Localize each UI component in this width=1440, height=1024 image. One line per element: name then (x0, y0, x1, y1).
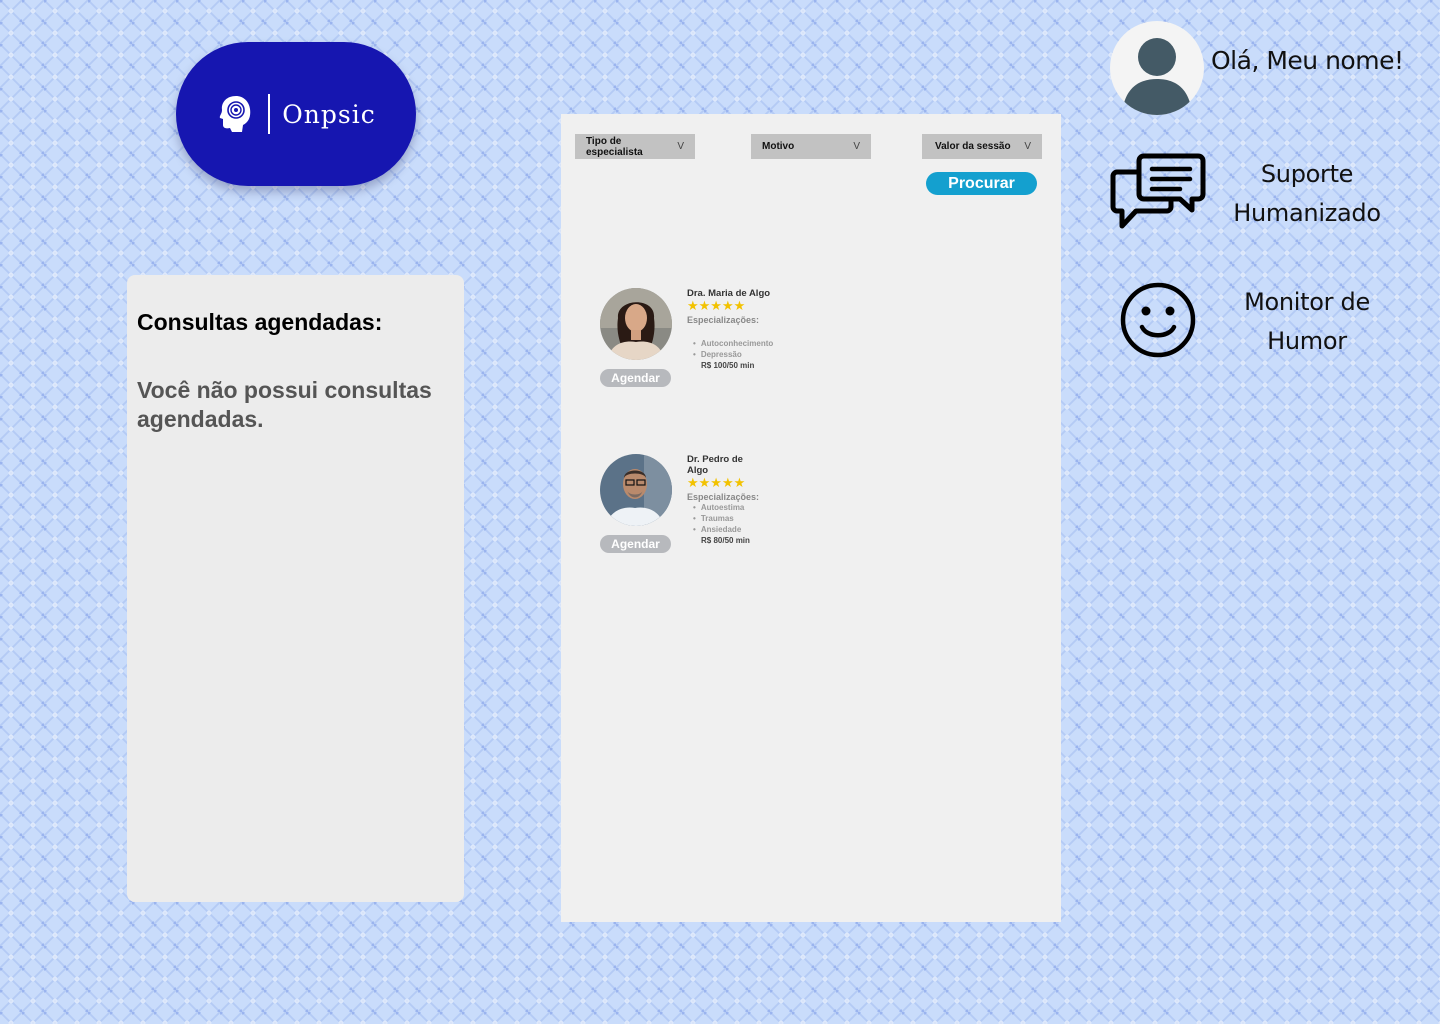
specialist-photo[interactable] (600, 454, 672, 526)
appointments-title: Consultas agendadas: (137, 309, 383, 335)
mood-label-line2: Humor (1267, 327, 1347, 355)
specializations-list: Autoestima Traumas Ansiedade (687, 502, 759, 535)
user-silhouette-icon (1122, 38, 1192, 115)
filter-session-price[interactable]: Valor da sessão V (922, 134, 1042, 159)
specialist-info: Dr. Pedro de Algo ★★★★★ Especializações:… (687, 454, 759, 546)
specialization-item: Autoestima (693, 502, 759, 513)
specialization-item: Traumas (693, 513, 759, 524)
appointments-empty-message: Você não possui consultas agendadas. (137, 377, 432, 432)
mood-label-line1: Monitor de (1244, 288, 1370, 316)
session-price: R$ 80/50 min (701, 536, 750, 545)
filter-reason[interactable]: Motivo V (751, 134, 871, 159)
specialist-search-panel: Tipo de especialista V Motivo V Valor da… (561, 114, 1061, 922)
support-label-line1: Suporte (1260, 160, 1354, 188)
rating-stars: ★★★★★ (687, 298, 746, 313)
filter-label: Motivo (762, 141, 795, 152)
schedule-button[interactable]: Agendar (600, 369, 671, 387)
man-portrait-icon (600, 454, 672, 526)
specialization-item: Autoconhecimento (693, 338, 773, 349)
specialist-info: Dra. Maria de Algo ★★★★★ Especializações… (687, 288, 773, 371)
specializations-list: Autoconhecimento Depressão (687, 338, 773, 360)
support-label[interactable]: Suporte Humanizado (1217, 155, 1397, 233)
logo-text: Onpsic (282, 99, 376, 129)
filter-label: Valor da sessão (935, 141, 1011, 152)
specialization-item: Depressão (693, 349, 773, 360)
logo-divider (268, 94, 271, 134)
support-label-line2: Humanizado (1233, 199, 1381, 227)
chevron-down-icon: V (853, 141, 860, 152)
rating-stars: ★★★★★ (687, 475, 746, 490)
specialization-item: Ansiedade (693, 524, 759, 535)
head-spiral-icon (220, 96, 251, 132)
filter-label: Tipo de especialista (586, 135, 643, 158)
search-button[interactable]: Procurar (926, 172, 1037, 195)
filter-specialist-type[interactable]: Tipo de especialista V (575, 134, 695, 159)
specializations-label: Especializações: (687, 315, 760, 325)
chat-bubbles-icon[interactable] (1110, 152, 1206, 230)
specializations-label: Especializações: (687, 492, 760, 502)
specialist-name[interactable]: Dr. Pedro de Algo (687, 454, 759, 476)
woman-portrait-icon (600, 288, 672, 360)
session-price: R$ 100/50 min (701, 361, 755, 370)
schedule-button[interactable]: Agendar (600, 535, 671, 553)
specialist-photo[interactable] (600, 288, 672, 360)
appointments-panel: Consultas agendadas: Você não possui con… (127, 275, 464, 902)
mood-monitor-label[interactable]: Monitor de Humor (1217, 283, 1397, 361)
user-avatar[interactable] (1110, 21, 1204, 115)
user-greeting: Olá, Meu nome! (1211, 46, 1404, 75)
smiley-icon[interactable] (1119, 281, 1197, 359)
onpsic-logo[interactable]: Onpsic (176, 42, 416, 186)
chevron-down-icon: V (677, 141, 684, 152)
chevron-down-icon: V (1024, 141, 1031, 152)
